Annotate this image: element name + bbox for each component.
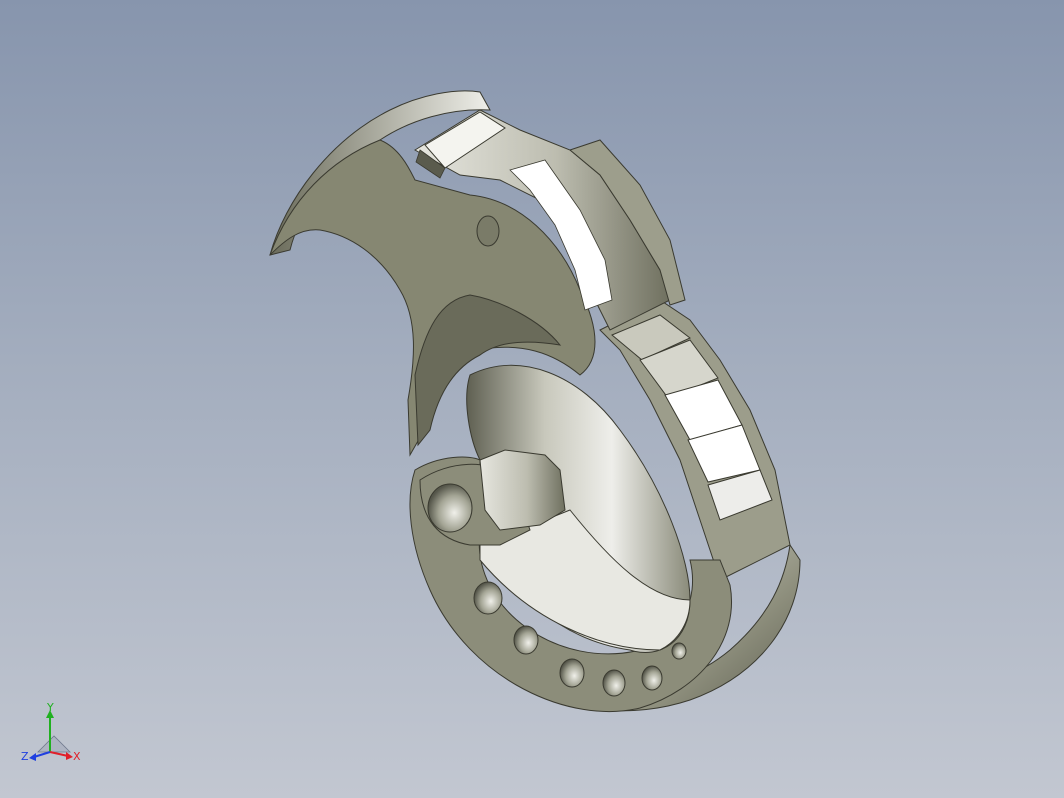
- z-axis-arrow-icon: [29, 753, 36, 761]
- lightening-hole: [671, 642, 687, 660]
- graphics-viewport[interactable]: Y X Z: [0, 0, 1064, 798]
- x-axis-line: [49, 751, 69, 757]
- triad-y-label: Y: [46, 701, 54, 714]
- lanyard-hole[interactable]: [427, 483, 473, 533]
- lightening-hole: [641, 665, 663, 691]
- triad-x-label: X: [73, 750, 81, 763]
- orientation-triad[interactable]: Y X Z: [20, 700, 90, 770]
- hinge-block[interactable]: [479, 449, 566, 531]
- lightening-hole: [513, 625, 539, 655]
- lightening-hole: [559, 658, 585, 688]
- pivot-hole[interactable]: [476, 215, 500, 247]
- lightening-hole: [602, 669, 626, 697]
- triad-base: [37, 735, 71, 753]
- x-axis-arrow-icon: [66, 752, 73, 760]
- z-axis-line: [33, 751, 51, 758]
- lightening-hole: [473, 581, 503, 615]
- triad-z-label: Z: [21, 750, 29, 763]
- model-view[interactable]: [0, 0, 1064, 798]
